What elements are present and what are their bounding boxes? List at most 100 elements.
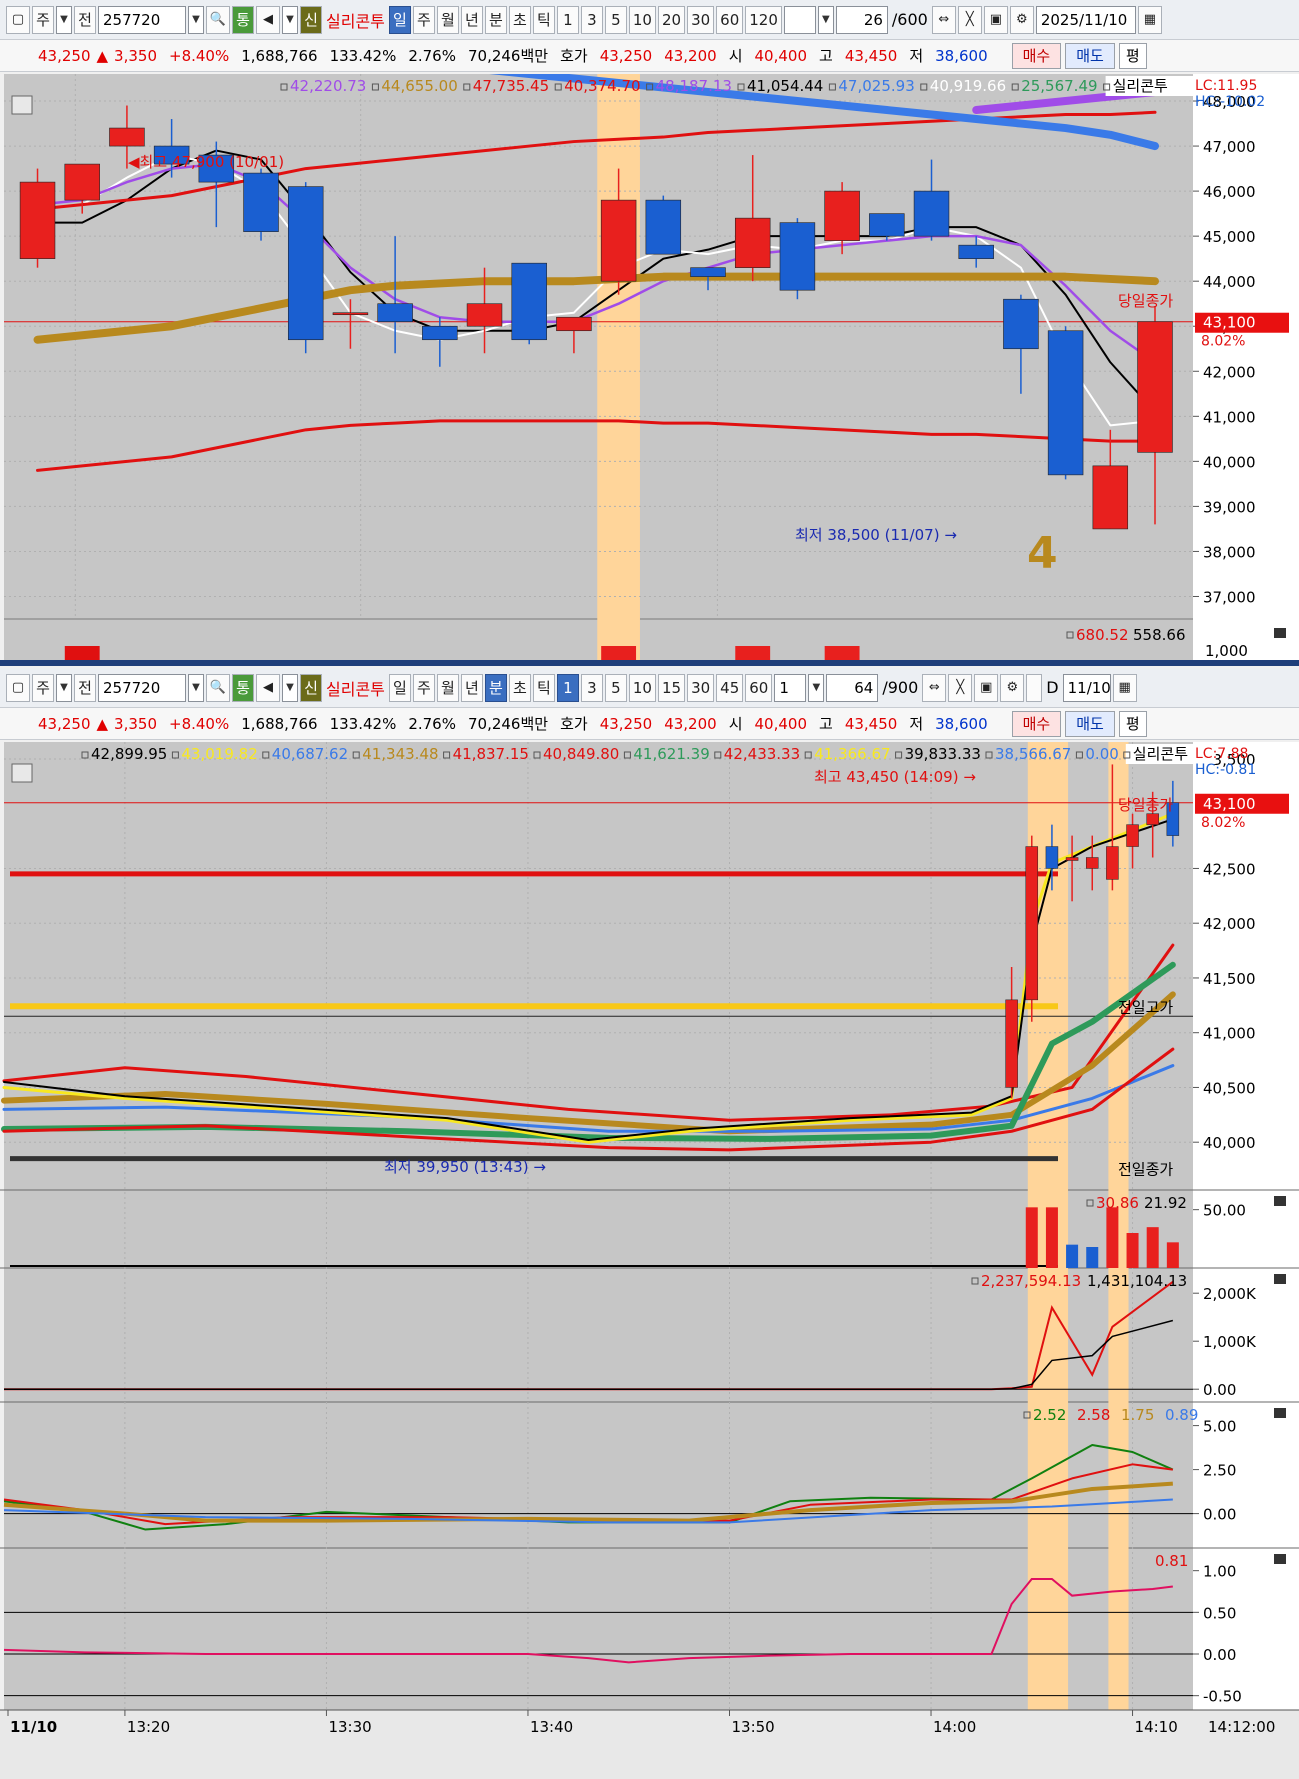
period-tick[interactable]: 틱: [532, 673, 555, 702]
search-icon[interactable]: 🔍: [206, 5, 230, 34]
stock-code-input[interactable]: 257720: [98, 5, 186, 34]
gear-icon[interactable]: ⚙: [1000, 673, 1025, 702]
draw-tool-icon[interactable]: ╳: [948, 673, 973, 702]
count-input[interactable]: 64: [826, 673, 879, 702]
count-input[interactable]: 26: [835, 5, 888, 34]
date-input[interactable]: 11/10: [1062, 673, 1111, 702]
legend-value: 0.00: [1085, 745, 1118, 763]
prev-button[interactable]: 전: [74, 673, 96, 702]
blank-input[interactable]: [783, 5, 816, 34]
legend-value: 41,621.39: [633, 745, 709, 763]
volume-bar: [735, 646, 771, 660]
period-day[interactable]: 일: [388, 673, 411, 702]
period-week[interactable]: 주: [412, 5, 435, 34]
candle-body: [1126, 824, 1139, 847]
highlight-column: [597, 74, 640, 660]
period-year[interactable]: 년: [460, 5, 483, 34]
x-tick-label: 14:12:00: [1208, 1718, 1275, 1736]
num-10[interactable]: 10: [628, 5, 656, 34]
save-icon[interactable]: ▣: [983, 5, 1008, 34]
num-120[interactable]: 120: [745, 5, 782, 34]
quote-amount: 70,246백만: [467, 47, 549, 65]
tong-button[interactable]: 통: [232, 5, 254, 34]
num-45[interactable]: 45: [716, 673, 744, 702]
daily-candle-chart[interactable]: 48,00047,00046,00045,00044,00043,00042,0…: [0, 74, 1299, 660]
period-minute[interactable]: 분: [484, 673, 507, 702]
calendar-icon[interactable]: ▦: [1137, 5, 1162, 34]
code-dropdown-icon[interactable]: ▼: [188, 673, 204, 702]
code-dropdown-icon[interactable]: ▼: [188, 5, 204, 34]
buy-button[interactable]: 매수: [1011, 710, 1062, 737]
mode-dropdown-icon[interactable]: ▼: [56, 673, 72, 702]
gear-icon[interactable]: ⚙: [1009, 5, 1034, 34]
y-tick-label: 40,000: [1203, 453, 1256, 471]
num-30[interactable]: 30: [687, 673, 715, 702]
avg-button[interactable]: 평: [1118, 42, 1147, 69]
num-1[interactable]: 1: [556, 5, 579, 34]
unit-dropdown-icon[interactable]: ▼: [808, 673, 825, 702]
quote-hoga-label: 호가: [560, 47, 588, 65]
window-icon[interactable]: ▢: [6, 5, 30, 34]
unit-input[interactable]: 1: [774, 673, 807, 702]
stock-code-input[interactable]: 257720: [98, 673, 186, 702]
chart-tool-icon[interactable]: ⇔: [922, 673, 947, 702]
period-second[interactable]: 초: [508, 673, 531, 702]
period-week[interactable]: 주: [412, 673, 435, 702]
y-tick-label: 2,000K: [1203, 1285, 1257, 1303]
date-input[interactable]: 2025/11/10: [1035, 5, 1136, 34]
legend-value: 40,687.62: [272, 745, 348, 763]
panel-separator[interactable]: [0, 660, 1299, 666]
candle-body: [1085, 857, 1099, 869]
shin-button[interactable]: 신: [300, 5, 322, 34]
tong-button[interactable]: 통: [232, 673, 254, 702]
mode-dropdown-icon[interactable]: ▼: [56, 5, 72, 34]
chart-tool-icon[interactable]: ⇔: [931, 5, 956, 34]
period-year[interactable]: 년: [460, 673, 483, 702]
calendar-icon[interactable]: ▦: [1112, 673, 1137, 702]
num-30[interactable]: 30: [687, 5, 715, 34]
speaker-icon[interactable]: ◀: [256, 5, 280, 34]
num-3[interactable]: 3: [580, 673, 603, 702]
minute-candle-chart[interactable]: 43,50042,50042,00041,50041,00040,50040,0…: [0, 742, 1299, 1779]
period-minute[interactable]: 분: [484, 5, 507, 34]
num-15[interactable]: 15: [657, 673, 686, 702]
quote-low: 38,600: [935, 714, 988, 733]
num-5[interactable]: 5: [604, 673, 627, 702]
mode-button[interactable]: 주: [32, 673, 54, 702]
volume-bar: [1045, 1207, 1058, 1268]
candle-body: [1047, 330, 1084, 476]
sell-button[interactable]: 매도: [1065, 42, 1115, 69]
speaker-dropdown-icon[interactable]: ▼: [282, 673, 298, 702]
num-5[interactable]: 5: [604, 5, 627, 34]
search-icon[interactable]: 🔍: [206, 673, 230, 702]
d-checkbox[interactable]: [1026, 673, 1043, 702]
quote-hoga-label: 호가: [560, 715, 588, 733]
period-month[interactable]: 월: [436, 673, 459, 702]
num-60[interactable]: 60: [716, 5, 744, 34]
blank-dropdown-icon[interactable]: ▼: [817, 5, 834, 34]
num-3[interactable]: 3: [580, 5, 603, 34]
draw-tool-icon[interactable]: ╳: [957, 5, 982, 34]
num-20[interactable]: 20: [657, 5, 686, 34]
period-month[interactable]: 월: [436, 5, 459, 34]
speaker-dropdown-icon[interactable]: ▼: [282, 5, 298, 34]
speaker-icon[interactable]: ◀: [256, 673, 280, 702]
period-day[interactable]: 일: [388, 5, 411, 34]
x-tick-label: 13:20: [127, 1718, 170, 1736]
period-second[interactable]: 초: [508, 5, 531, 34]
candle-body: [734, 217, 771, 268]
avg-button[interactable]: 평: [1118, 710, 1147, 737]
mode-button[interactable]: 주: [32, 5, 54, 34]
period-tick[interactable]: 틱: [532, 5, 555, 34]
legend-value: 47,025.93: [838, 77, 914, 95]
volume-bar: [824, 646, 860, 660]
shin-button[interactable]: 신: [300, 673, 322, 702]
num-10[interactable]: 10: [628, 673, 656, 702]
num-60[interactable]: 60: [745, 673, 773, 702]
num-1[interactable]: 1: [556, 673, 579, 702]
save-icon[interactable]: ▣: [974, 673, 999, 702]
prev-button[interactable]: 전: [74, 5, 96, 34]
window-icon[interactable]: ▢: [6, 673, 30, 702]
buy-button[interactable]: 매수: [1011, 42, 1062, 69]
sell-button[interactable]: 매도: [1065, 710, 1115, 737]
